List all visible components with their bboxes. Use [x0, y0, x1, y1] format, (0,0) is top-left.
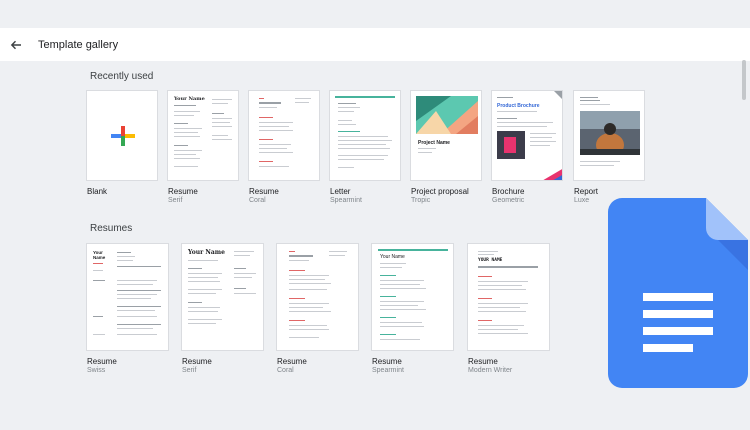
template-name: Resume — [168, 187, 198, 196]
page-title: Template gallery — [38, 38, 119, 51]
template-style: Spearmint — [330, 197, 362, 204]
report-photo — [580, 111, 640, 155]
back-arrow-icon[interactable] — [6, 35, 26, 55]
template-style: Serif — [182, 367, 197, 374]
template-style: Swiss — [87, 367, 106, 374]
plus-icon — [111, 126, 135, 146]
template-thumbnail: Your Name — [371, 243, 454, 351]
template-thumbnail — [573, 90, 645, 181]
template-name: Resume — [372, 357, 402, 366]
template-thumbnail: Project Name — [410, 90, 482, 181]
section-title-recently-used: Recently used — [90, 71, 154, 82]
template-style: Coral — [277, 367, 294, 374]
template-name: Project proposal — [411, 187, 469, 196]
template-name: Resume — [87, 357, 117, 366]
template-name: Resume — [182, 357, 212, 366]
template-name: Report — [574, 187, 599, 196]
template-thumbnail: YOUR NAME — [467, 243, 550, 351]
template-name: Letter — [330, 187, 351, 196]
template-style: Luxe — [574, 197, 590, 204]
template-style: Coral — [249, 197, 266, 204]
template-name: Blank — [87, 187, 108, 196]
template-thumbnail: Your Name — [86, 243, 169, 351]
header-bar: Template gallery — [0, 28, 750, 61]
template-name: Resume — [249, 187, 279, 196]
cover-art-image — [416, 96, 478, 134]
template-thumbnail: Your Name — [167, 90, 239, 181]
section-title-resumes: Resumes — [90, 223, 133, 234]
template-thumbnail: Your Name — [181, 243, 264, 351]
template-name: Resume — [468, 357, 498, 366]
template-thumbnail — [276, 243, 359, 351]
template-style: Serif — [168, 197, 183, 204]
google-docs-logo-icon — [608, 198, 748, 388]
template-style: Geometric — [492, 197, 525, 204]
template-style: Tropic — [411, 197, 431, 204]
template-thumbnail — [248, 90, 320, 181]
template-name: Resume — [277, 357, 307, 366]
template-name: Brochure — [492, 187, 525, 196]
template-style: Modern Writer — [468, 367, 513, 374]
template-thumbnail: Product Brochure — [491, 90, 563, 181]
scrollbar[interactable] — [742, 60, 746, 100]
template-style: Spearmint — [372, 367, 404, 374]
template-gallery-page: Template gallery Recently used Blank You… — [0, 0, 750, 430]
template-thumbnail — [86, 90, 158, 181]
template-thumbnail — [329, 90, 401, 181]
